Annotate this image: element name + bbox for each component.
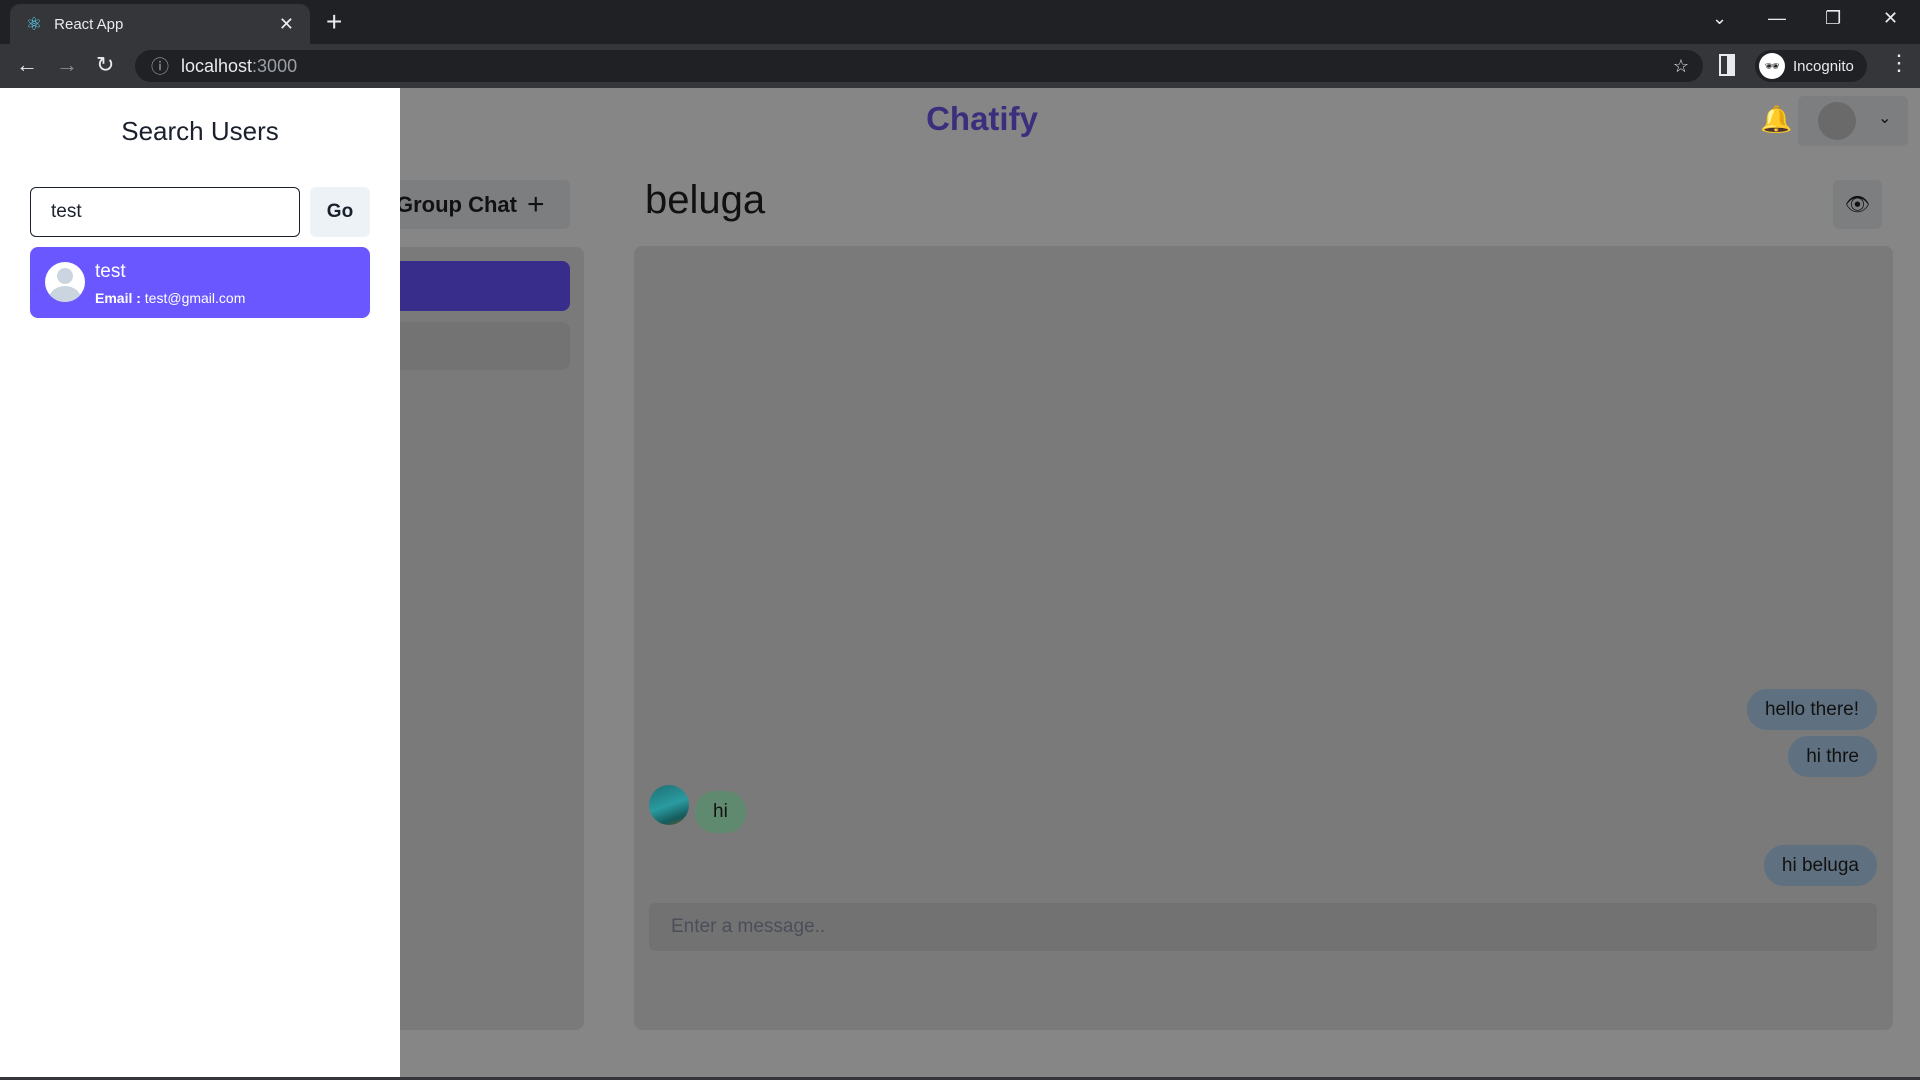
browser-tab[interactable]: ⚛ React App ✕ — [10, 4, 310, 44]
url-host: localhost — [181, 55, 253, 76]
back-icon[interactable]: ← — [16, 52, 38, 78]
new-tab-button[interactable]: + — [326, 6, 342, 38]
chat-list-item-selected[interactable] — [380, 261, 570, 311]
result-email-label: Email : — [95, 290, 141, 306]
chevron-down-icon: ⌄ — [1878, 110, 1892, 127]
address-bar[interactable]: ⓘ localhost:3000 ☆ — [135, 50, 1703, 82]
side-panel-icon[interactable] — [1719, 54, 1735, 76]
url-port: :3000 — [252, 55, 298, 76]
restore-icon[interactable]: ❐ — [1825, 8, 1841, 29]
search-input[interactable] — [30, 187, 300, 237]
search-result-item[interactable]: test Email : test@gmail.com — [30, 247, 370, 318]
go-button[interactable]: Go — [310, 187, 370, 237]
eye-icon: 👁 — [1844, 194, 1871, 216]
bookmark-star-icon[interactable]: ☆ — [1673, 56, 1689, 77]
message-sent: hello there! — [1746, 689, 1877, 730]
message-sent: hi beluga — [1763, 845, 1877, 886]
close-tab-icon[interactable]: ✕ — [279, 14, 294, 35]
incognito-icon: 🕶 — [1759, 53, 1785, 79]
message-received: hi — [695, 791, 746, 833]
info-icon: ⓘ — [151, 57, 169, 77]
plus-icon: + — [527, 187, 545, 221]
notification-bell-icon[interactable]: 🔔 — [1760, 104, 1792, 135]
incognito-profile-button[interactable]: 🕶 Incognito — [1755, 50, 1867, 82]
result-name: test — [95, 261, 126, 282]
minimize-icon[interactable]: — — [1768, 8, 1786, 29]
close-window-icon[interactable]: ✕ — [1883, 8, 1898, 29]
message-sent: hi thre — [1788, 736, 1877, 777]
browser-menu-icon[interactable]: ⋮ — [1888, 50, 1910, 76]
tab-title: React App — [54, 15, 124, 33]
reload-icon[interactable]: ↻ — [96, 52, 114, 78]
result-avatar — [45, 262, 85, 302]
forward-icon[interactable]: → — [56, 52, 78, 78]
react-logo-icon: ⚛ — [26, 13, 43, 34]
user-avatar — [1818, 102, 1856, 140]
drawer-title: Search Users — [121, 116, 279, 146]
tab-search-icon[interactable]: ⌄ — [1712, 8, 1727, 29]
sender-avatar[interactable] — [649, 785, 689, 825]
profile-label: Incognito — [1793, 57, 1854, 75]
message-input[interactable]: Enter a message.. — [649, 903, 1877, 951]
view-profile-button[interactable]: 👁 — [1833, 180, 1882, 229]
chat-title: beluga — [645, 178, 766, 222]
result-email: test@gmail.com — [144, 290, 246, 306]
group-chat-label: Group Chat — [396, 191, 517, 217]
chat-list-item[interactable] — [380, 322, 570, 370]
user-menu-button[interactable]: ⌄ — [1798, 96, 1908, 146]
new-group-chat-button[interactable]: Group Chat + — [380, 180, 570, 229]
